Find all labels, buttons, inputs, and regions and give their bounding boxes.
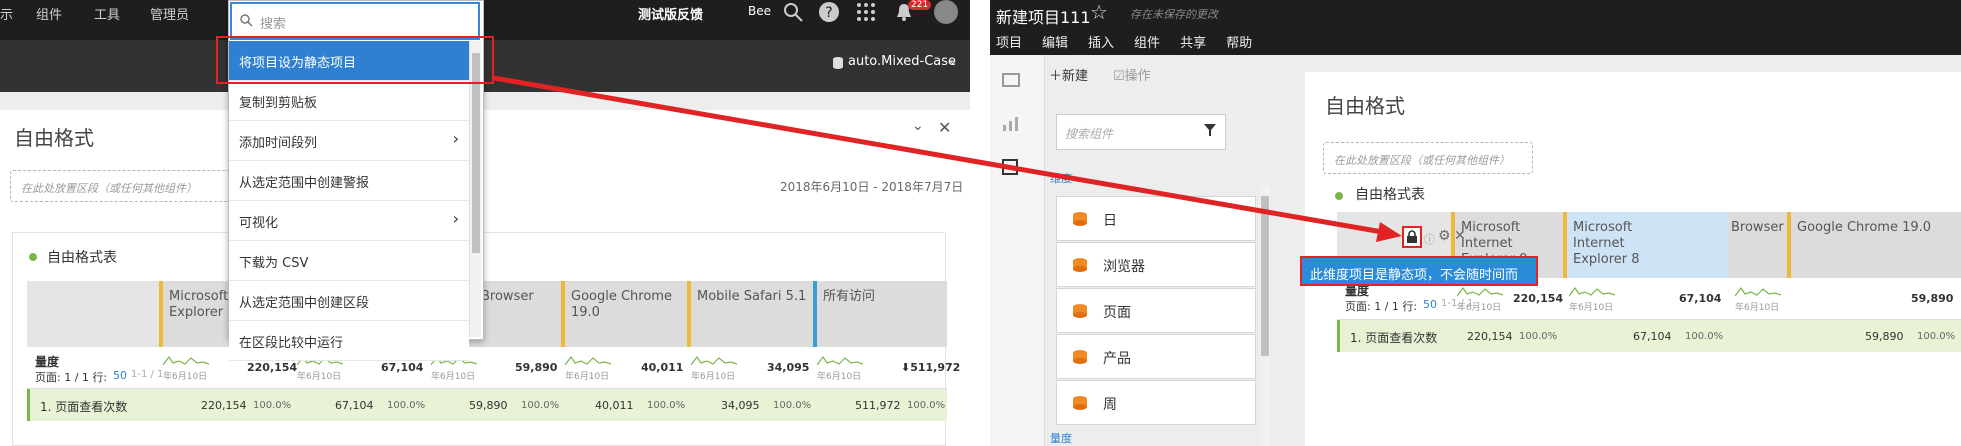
annotation-arrow xyxy=(493,75,1402,242)
